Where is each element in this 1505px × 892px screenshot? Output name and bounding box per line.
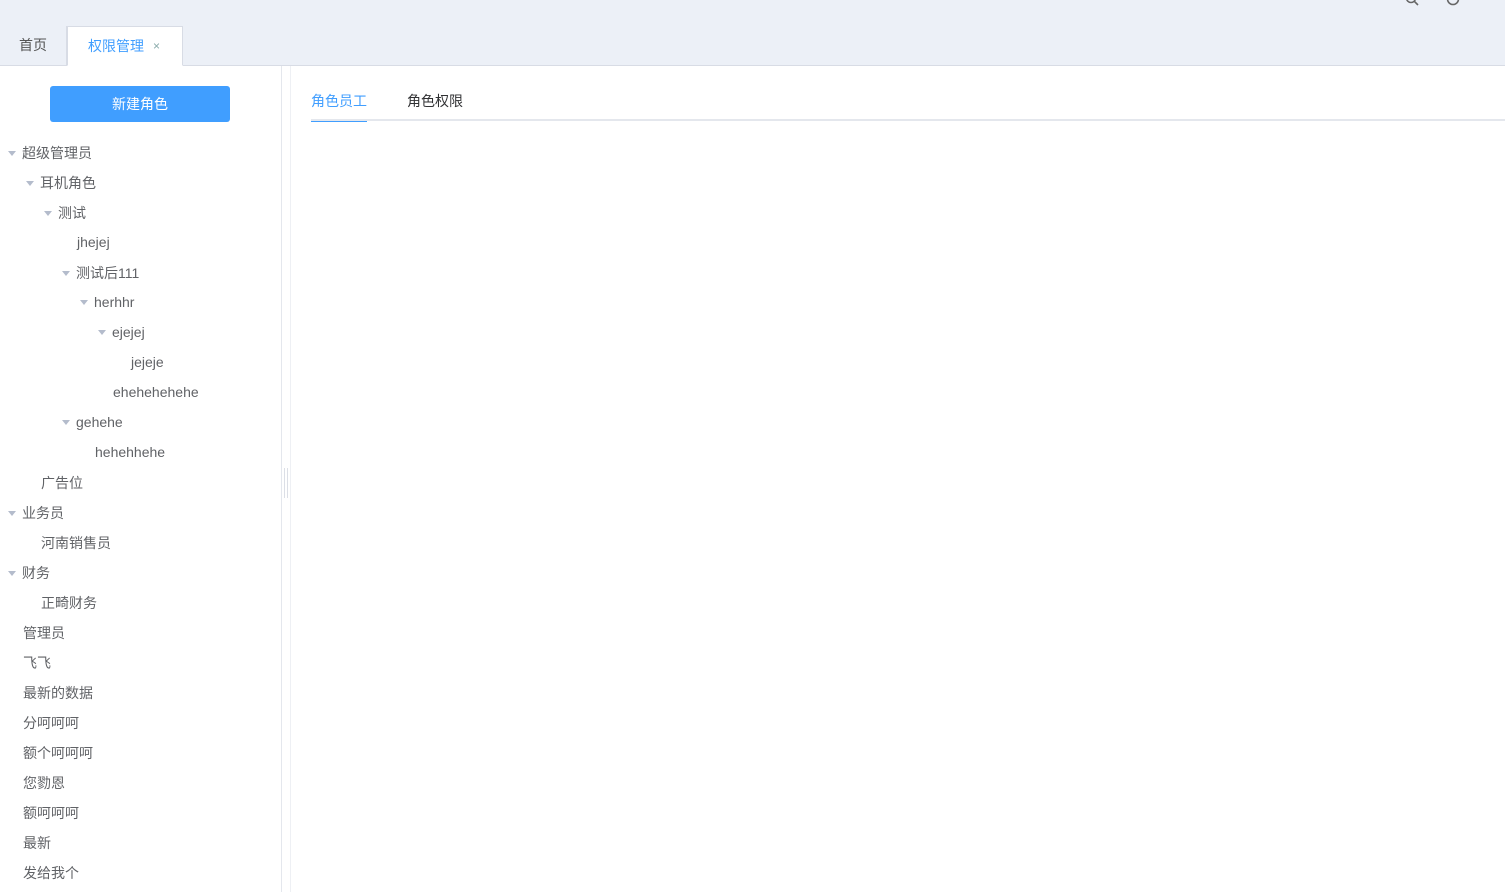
close-icon[interactable]: × xyxy=(153,27,160,66)
top-header xyxy=(0,0,1505,26)
tree-node-label: gehehe xyxy=(76,414,123,430)
tree-node-label: 河南销售员 xyxy=(41,535,111,551)
tree-node[interactable]: 超级管理员 xyxy=(8,138,92,168)
tree-node[interactable]: ehehehehehe xyxy=(113,377,199,407)
tree-node[interactable]: 财务 xyxy=(8,558,50,588)
tab-label: 权限管理 xyxy=(88,38,144,54)
tree-node[interactable]: 正畸财务 xyxy=(41,588,97,618)
caret-down-icon[interactable] xyxy=(26,180,34,186)
tree-node-label: 额个呵呵呵 xyxy=(23,745,93,761)
panel-resize-handle[interactable] xyxy=(284,468,288,498)
tab-permission-management[interactable]: 权限管理 × xyxy=(67,26,183,66)
tab-home[interactable]: 首页 xyxy=(0,26,67,65)
tree-node[interactable]: 发给我个 xyxy=(23,858,79,888)
tree-node-label: 财务 xyxy=(22,565,50,581)
caret-down-icon[interactable] xyxy=(62,419,70,425)
tree-node[interactable]: 分呵呵呵 xyxy=(23,708,79,738)
tab-role-permissions[interactable]: 角色权限 xyxy=(407,86,463,120)
tree-node[interactable]: 广告位 xyxy=(41,468,83,498)
tree-node[interactable]: 最新 xyxy=(23,828,51,858)
clock-icon[interactable] xyxy=(1446,0,1460,6)
new-role-button[interactable]: 新建角色 xyxy=(50,86,230,122)
caret-down-icon[interactable] xyxy=(8,150,16,156)
tab-role-staff[interactable]: 角色员工 xyxy=(311,86,367,122)
hamburger-icon[interactable] xyxy=(19,0,37,4)
tree-node[interactable]: 您勠恩 xyxy=(23,768,65,798)
caret-down-icon[interactable] xyxy=(62,270,70,276)
tree-node-label: 耳机角色 xyxy=(40,175,96,191)
tree-node-label: 超级管理员 xyxy=(22,145,92,161)
tree-node-label: 广告位 xyxy=(41,475,83,491)
tree-node-label: 测试 xyxy=(58,205,86,221)
tree-node-label: 您勠恩 xyxy=(23,775,65,791)
tree-node-label: 分呵呵呵 xyxy=(23,715,79,731)
caret-down-icon[interactable] xyxy=(80,299,88,305)
tree-node-label: 管理员 xyxy=(23,625,65,641)
tree-node[interactable]: herhhr xyxy=(80,287,134,317)
tree-node[interactable]: 河南销售员 xyxy=(41,528,111,558)
tree-node[interactable]: 测试 xyxy=(44,198,86,228)
tree-node-label: ejejej xyxy=(112,324,145,340)
role-detail-panel: 角色员工 角色权限 xyxy=(291,66,1505,892)
tree-node[interactable]: jejeje xyxy=(131,347,164,377)
tree-node[interactable]: 额呵呵呵 xyxy=(23,798,79,828)
tab-bar: 首页 权限管理 × xyxy=(0,26,1505,66)
tree-node-label: 最新 xyxy=(23,835,51,851)
tree-node[interactable]: jhejej xyxy=(77,227,110,257)
tree-node-label: jejeje xyxy=(131,354,164,370)
tree-node[interactable]: 最新的数据 xyxy=(23,678,93,708)
caret-down-icon[interactable] xyxy=(8,570,16,576)
tree-node[interactable]: 业务员 xyxy=(8,498,64,528)
tree-node[interactable]: 耳机角色 xyxy=(26,168,96,198)
tree-node-label: 最新的数据 xyxy=(23,685,93,701)
role-tree-panel: 新建角色 超级管理员 耳机角色 测试 jhejej 测试后111 herhhr … xyxy=(0,66,282,892)
tree-node-label: 测试后111 xyxy=(76,265,140,281)
tree-node[interactable]: gehehe xyxy=(62,407,123,437)
caret-down-icon[interactable] xyxy=(44,210,52,216)
search-icon[interactable] xyxy=(1405,0,1419,6)
tree-node-label: ehehehehehe xyxy=(113,384,199,400)
tree-node-label: 业务员 xyxy=(22,505,64,521)
tree-node-label: jhejej xyxy=(77,234,110,250)
caret-down-icon[interactable] xyxy=(8,510,16,516)
tree-node[interactable]: 管理员 xyxy=(23,618,65,648)
caret-down-icon[interactable] xyxy=(98,329,106,335)
tree-node[interactable]: ejejej xyxy=(98,317,145,347)
fullscreen-icon[interactable] xyxy=(1488,0,1502,6)
tree-node[interactable]: hehehhehe xyxy=(95,437,165,467)
tree-node[interactable]: 额个呵呵呵 xyxy=(23,738,93,768)
tree-node-label: 正畸财务 xyxy=(41,595,97,611)
tree-node[interactable]: 飞飞 xyxy=(23,648,51,678)
tree-node-label: hehehhehe xyxy=(95,444,166,460)
tree-node[interactable]: 测试后111 xyxy=(62,258,139,288)
tree-node-label: herhhr xyxy=(94,294,135,310)
tree-node-label: 飞飞 xyxy=(23,655,51,671)
tabs-underline xyxy=(311,119,1505,121)
tree-node-label: 发给我个 xyxy=(23,865,79,881)
tree-node-label: 额呵呵呵 xyxy=(23,805,79,821)
